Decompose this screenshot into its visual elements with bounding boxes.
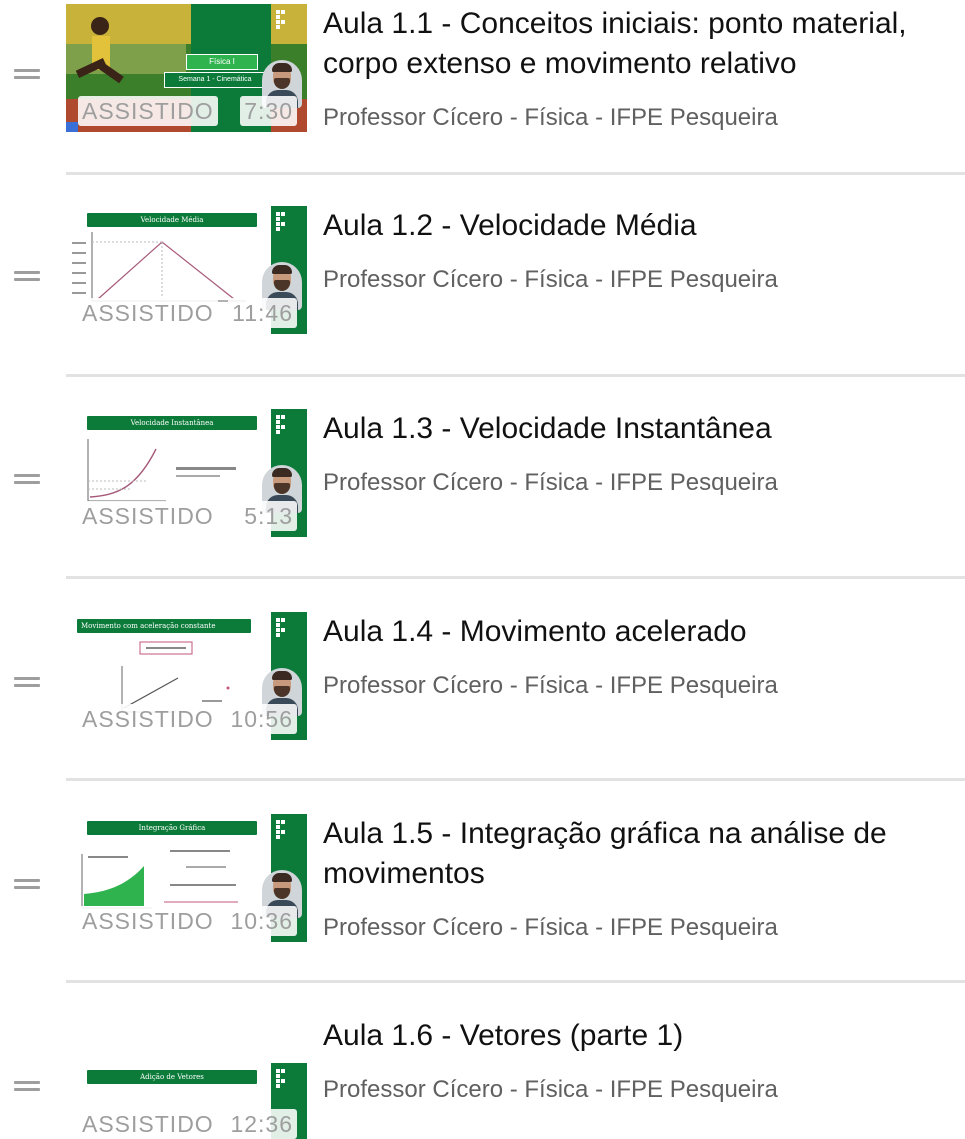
watched-badge: ASSISTIDO [78,906,218,936]
watched-badge: ASSISTIDO [78,96,218,126]
playlist-item[interactable]: Integração Gráfica ASSISTIDO 10:36 Aula … [0,810,965,980]
drag-handle-icon[interactable] [14,879,40,889]
thumb-caption: Adição de Vetores [86,1069,258,1085]
playlist-item[interactable]: Adição de Vetores ASSISTIDO 12:36 Aula 1… [0,1012,965,1139]
drag-handle-icon[interactable] [14,1081,40,1091]
video-thumbnail[interactable]: Movimento com aceleração constante ASSIS… [66,612,307,740]
divider [66,576,965,579]
channel-name: Professor Cícero - Física - IFPE Pesquei… [323,266,778,293]
duration-badge: 12:36 [226,1109,297,1139]
ifpe-logo-icon [276,1069,288,1091]
playlist-item[interactable]: Física I Semana 1 - Cinemática ASSISTIDO… [0,0,965,170]
drag-handle-icon[interactable] [14,677,40,687]
video-thumbnail[interactable]: Física I Semana 1 - Cinemática ASSISTIDO… [66,4,307,132]
channel-name: Professor Cícero - Física - IFPE Pesquei… [323,469,778,496]
video-title[interactable]: Aula 1.5 - Integração gráfica na análise… [323,814,963,894]
video-title[interactable]: Aula 1.3 - Velocidade Instantânea [323,409,963,449]
video-title[interactable]: Aula 1.4 - Movimento acelerado [323,612,963,652]
divider [66,980,965,983]
playlist-item[interactable]: Movimento com aceleração constante ASSIS… [0,608,965,778]
duration-badge: 7:30 [240,96,297,126]
watched-badge: ASSISTIDO [78,298,218,328]
video-thumbnail[interactable]: Integração Gráfica ASSISTIDO 10:36 [66,814,307,942]
divider [66,172,965,175]
ifpe-logo-icon [276,415,288,437]
playlist-list: Física I Semana 1 - Cinemática ASSISTIDO… [0,0,965,1139]
video-thumbnail[interactable]: Adição de Vetores ASSISTIDO 12:36 [66,1063,307,1139]
duration-badge: 11:46 [228,298,297,328]
channel-name: Professor Cícero - Física - IFPE Pesquei… [323,672,778,699]
watched-badge: ASSISTIDO [78,501,218,531]
channel-name: Professor Cícero - Física - IFPE Pesquei… [323,104,778,131]
ifpe-logo-icon [276,10,288,32]
duration-badge: 10:36 [226,906,297,936]
thumb-subcaption: Semana 1 - Cinemática [164,72,266,88]
video-title[interactable]: Aula 1.6 - Vetores (parte 1) [323,1016,963,1056]
video-title[interactable]: Aula 1.2 - Velocidade Média [323,206,963,246]
drag-handle-icon[interactable] [14,69,40,79]
duration-badge: 10:56 [226,704,297,734]
watched-badge: ASSISTIDO [78,1109,218,1139]
thumb-caption: Física I [186,54,258,70]
divider [66,374,965,377]
drag-handle-icon[interactable] [14,271,40,281]
video-title[interactable]: Aula 1.1 - Conceitos iniciais: ponto mat… [323,4,963,84]
ifpe-logo-icon [276,618,288,640]
video-thumbnail[interactable]: Velocidade Instantânea ASSISTIDO 5:13 [66,409,307,537]
watched-badge: ASSISTIDO [78,704,218,734]
channel-name: Professor Cícero - Física - IFPE Pesquei… [323,914,778,941]
playlist-item[interactable]: Velocidade Média ASSISTIDO 11:46 Aula 1.… [0,202,965,372]
duration-badge: 5:13 [240,501,297,531]
divider [66,778,965,781]
drag-handle-icon[interactable] [14,474,40,484]
playlist-item[interactable]: Velocidade Instantânea ASSISTIDO 5:13 Au… [0,405,965,575]
video-thumbnail[interactable]: Velocidade Média ASSISTIDO 11:46 [66,206,307,334]
ifpe-logo-icon [276,212,288,234]
channel-name: Professor Cícero - Física - IFPE Pesquei… [323,1076,778,1103]
ifpe-logo-icon [276,820,288,842]
